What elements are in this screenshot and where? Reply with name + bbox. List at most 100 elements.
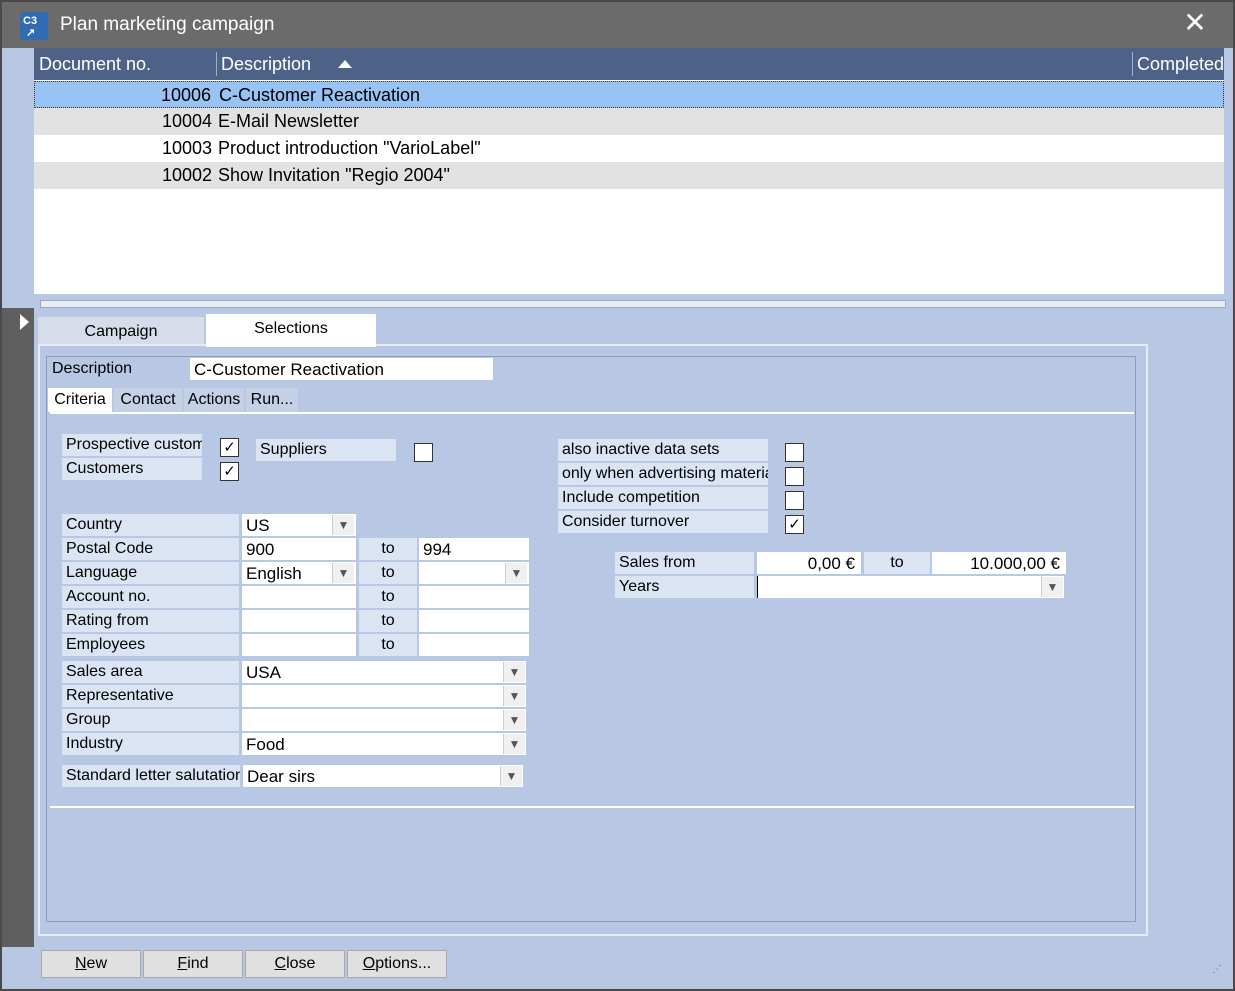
sales-to-input[interactable]: 10.000,00 € bbox=[932, 552, 1066, 574]
table-row[interactable]: 10003 Product introduction "VarioLabel" bbox=[34, 135, 1224, 162]
row-doc-no: 10006 bbox=[160, 85, 211, 105]
chevron-down-icon[interactable]: ▼ bbox=[505, 563, 527, 583]
horizontal-scrollbar[interactable] bbox=[40, 300, 1226, 308]
postal-code-to-input[interactable]: 994 bbox=[419, 538, 529, 560]
to-label: to bbox=[359, 562, 417, 584]
rating-from-input[interactable] bbox=[242, 610, 356, 632]
row-doc-no: 10002 bbox=[161, 165, 212, 185]
column-header-doc-no[interactable]: Document no. bbox=[39, 54, 151, 75]
turnover-checkbox[interactable]: ✓ bbox=[785, 515, 804, 534]
column-separator[interactable] bbox=[216, 52, 217, 76]
campaign-grid: Document no. Description Completed 10006… bbox=[34, 48, 1224, 294]
suppliers-checkbox[interactable] bbox=[414, 443, 433, 462]
row-description: C-Customer Reactivation bbox=[219, 85, 421, 105]
salutation-select[interactable]: Dear sirs bbox=[243, 765, 523, 787]
rating-to-input[interactable] bbox=[419, 610, 529, 632]
chevron-down-icon[interactable]: ▼ bbox=[332, 515, 354, 535]
employees-label: Employees bbox=[62, 634, 239, 656]
chevron-down-icon[interactable]: ▼ bbox=[503, 686, 525, 706]
inactive-label: also inactive data sets bbox=[558, 439, 768, 461]
inactive-checkbox[interactable] bbox=[785, 443, 804, 462]
description-field[interactable]: C-Customer Reactivation bbox=[190, 358, 493, 380]
options-button[interactable]: Options... bbox=[347, 950, 447, 978]
competition-label: Include competition bbox=[558, 487, 768, 509]
group-select[interactable] bbox=[242, 709, 526, 731]
subtab-criteria[interactable]: Criteria bbox=[48, 388, 112, 412]
representative-select[interactable] bbox=[242, 685, 526, 707]
resize-grip-icon[interactable]: ⋰ bbox=[1212, 964, 1228, 980]
employees-from-input[interactable] bbox=[242, 634, 356, 656]
column-header-completed[interactable]: Completed bbox=[1137, 54, 1224, 75]
find-button[interactable]: Find bbox=[143, 950, 243, 978]
subtab-contact[interactable]: Contact bbox=[114, 388, 182, 412]
chevron-down-icon[interactable]: ▼ bbox=[500, 766, 522, 786]
years-select[interactable] bbox=[757, 576, 1064, 598]
app-icon: C3 ↗ bbox=[20, 12, 48, 40]
prospective-checkbox[interactable]: ✓ bbox=[220, 438, 239, 457]
account-no-label: Account no. bbox=[62, 586, 239, 608]
chevron-down-icon[interactable]: ▼ bbox=[503, 710, 525, 730]
group-label: Group bbox=[62, 709, 239, 731]
country-label: Country bbox=[62, 514, 239, 536]
chevron-down-icon[interactable]: ▼ bbox=[503, 662, 525, 682]
table-row[interactable]: 10002 Show Invitation "Regio 2004" bbox=[34, 162, 1224, 189]
industry-select[interactable]: Food bbox=[242, 733, 526, 755]
prospective-label: Prospective custom bbox=[62, 434, 202, 456]
subtab-run[interactable]: Run... bbox=[246, 388, 298, 412]
to-label: to bbox=[359, 586, 417, 608]
window: C3 ↗ Plan marketing campaign ✕ Document … bbox=[0, 0, 1235, 991]
postal-code-label: Postal Code bbox=[62, 538, 239, 560]
sales-area-select[interactable]: USA bbox=[242, 661, 526, 683]
to-label: to bbox=[359, 538, 417, 560]
advertising-label: only when advertising materia bbox=[558, 463, 768, 485]
sales-area-label: Sales area bbox=[62, 661, 239, 683]
postal-code-from-input[interactable]: 900 bbox=[242, 538, 356, 560]
industry-label: Industry bbox=[62, 733, 239, 755]
row-doc-no: 10003 bbox=[161, 138, 212, 158]
turnover-label: Consider turnover bbox=[558, 511, 768, 533]
row-doc-no: 10004 bbox=[161, 111, 212, 131]
sort-ascending-icon bbox=[338, 60, 352, 68]
advertising-checkbox[interactable] bbox=[785, 467, 804, 486]
chevron-down-icon[interactable]: ▼ bbox=[332, 563, 354, 583]
to-label: to bbox=[359, 634, 417, 656]
representative-label: Representative bbox=[62, 685, 239, 707]
language-label: Language bbox=[62, 562, 239, 584]
table-row[interactable]: 10004 E-Mail Newsletter bbox=[34, 108, 1224, 135]
table-row[interactable]: 10006 C-Customer Reactivation bbox=[34, 81, 1224, 108]
suppliers-label: Suppliers bbox=[256, 439, 396, 461]
record-pointer-icon bbox=[20, 314, 29, 330]
description-label: Description bbox=[48, 358, 188, 380]
tab-campaign[interactable]: Campaign bbox=[38, 317, 204, 347]
to-label: to bbox=[864, 552, 930, 574]
sales-from-label: Sales from bbox=[615, 552, 754, 574]
account-no-from-input[interactable] bbox=[242, 586, 356, 608]
close-icon[interactable]: ✕ bbox=[1180, 8, 1210, 38]
new-button[interactable]: New bbox=[41, 950, 141, 978]
grid-header: Document no. Description Completed bbox=[34, 48, 1224, 80]
left-strip bbox=[2, 308, 34, 947]
salutation-label: Standard letter salutation bbox=[62, 765, 240, 787]
chevron-down-icon[interactable]: ▼ bbox=[1041, 577, 1063, 597]
row-description: Show Invitation "Regio 2004" bbox=[218, 165, 450, 185]
row-description: Product introduction "VarioLabel" bbox=[218, 138, 481, 158]
account-no-to-input[interactable] bbox=[419, 586, 529, 608]
subtab-actions[interactable]: Actions bbox=[184, 388, 244, 412]
title-bar: C3 ↗ Plan marketing campaign ✕ bbox=[2, 2, 1233, 48]
sales-from-input[interactable]: 0,00 € bbox=[757, 552, 861, 574]
years-label: Years bbox=[615, 576, 754, 598]
row-description: E-Mail Newsletter bbox=[218, 111, 360, 131]
competition-checkbox[interactable] bbox=[785, 491, 804, 510]
customers-label: Customers bbox=[62, 458, 202, 480]
column-separator[interactable] bbox=[1132, 52, 1133, 76]
left-strip-top bbox=[2, 48, 34, 308]
to-label: to bbox=[359, 610, 417, 632]
window-title: Plan marketing campaign bbox=[60, 14, 275, 35]
employees-to-input[interactable] bbox=[419, 634, 529, 656]
chevron-down-icon[interactable]: ▼ bbox=[503, 734, 525, 754]
rating-label: Rating from bbox=[62, 610, 239, 632]
column-header-description[interactable]: Description bbox=[221, 54, 311, 75]
customers-checkbox[interactable]: ✓ bbox=[220, 462, 239, 481]
close-button[interactable]: Close bbox=[245, 950, 345, 978]
tab-selections[interactable]: Selections bbox=[206, 314, 376, 347]
